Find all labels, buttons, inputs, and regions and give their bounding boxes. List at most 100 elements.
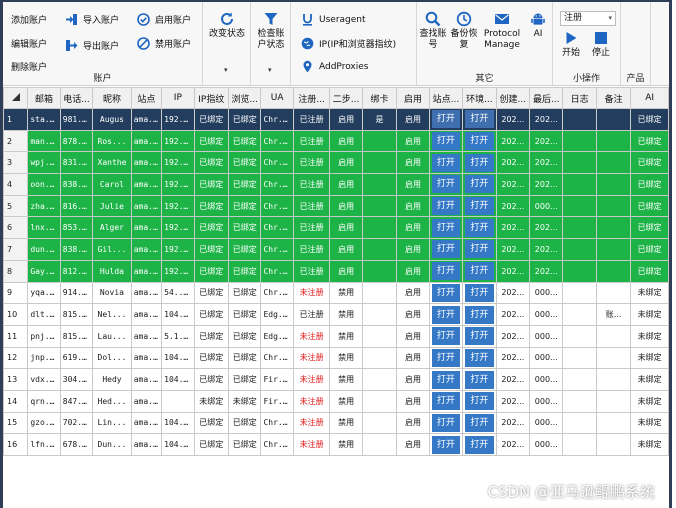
table-cell[interactable]: 未绑定 [630, 346, 669, 370]
table-cell[interactable]: 304... [59, 368, 94, 391]
table-cell[interactable]: Gay... [27, 259, 61, 283]
table-cell[interactable]: 禁用 [329, 433, 363, 456]
table-cell[interactable]: 已绑定 [193, 129, 230, 153]
enable-account-button[interactable]: 启用账户 [137, 13, 191, 26]
open-environment-button[interactable]: 打开 [465, 240, 494, 259]
table-cell[interactable]: 838... [59, 238, 94, 261]
table-cell[interactable]: ama... [130, 411, 163, 435]
table-cell[interactable]: 启用 [329, 194, 363, 218]
table-cell[interactable]: ama... [130, 173, 163, 196]
table-cell[interactable]: 192... [161, 194, 195, 218]
table-cell[interactable]: 202... [495, 259, 531, 283]
table-cell[interactable]: 619... [59, 346, 94, 370]
table-cell[interactable]: 启用 [396, 324, 430, 348]
column-header[interactable]: UA [260, 87, 294, 109]
row-number[interactable]: 12 [3, 346, 29, 370]
table-cell[interactable]: 815... [59, 303, 94, 326]
table-cell[interactable]: ama... [130, 259, 163, 283]
table-cell[interactable]: 已绑定 [193, 259, 230, 283]
row-number[interactable]: 13 [3, 368, 29, 391]
table-cell[interactable]: 已绑定 [193, 324, 230, 348]
table-cell[interactable]: Gil... [92, 238, 132, 261]
export-account-button[interactable]: 导出账户 [65, 39, 119, 52]
table-cell[interactable]: jnp... [27, 346, 61, 370]
table-cell[interactable]: 已绑定 [193, 433, 230, 456]
table-cell[interactable]: 已绑定 [193, 216, 230, 240]
table-cell[interactable]: 未绑定 [630, 368, 669, 391]
table-cell[interactable]: 已绑定 [193, 194, 230, 218]
table-cell[interactable]: 未注册 [292, 281, 331, 305]
column-header[interactable]: 绑卡 [361, 87, 398, 109]
table-cell[interactable]: Edg... [260, 324, 294, 348]
row-number[interactable]: 14 [3, 389, 29, 413]
table-cell[interactable]: man... [27, 129, 61, 153]
table-cell[interactable] [562, 389, 597, 413]
table-cell[interactable]: 192... [161, 151, 195, 175]
table-cell[interactable] [562, 194, 597, 218]
table-cell[interactable]: Alger [92, 216, 132, 240]
table-cell[interactable]: ama... [130, 151, 163, 175]
table-cell[interactable]: 878... [59, 129, 94, 153]
table-cell[interactable]: 192... [161, 216, 195, 240]
table-cell[interactable] [562, 238, 597, 261]
table-cell[interactable]: 启用 [396, 216, 430, 240]
table-cell[interactable]: Chr... [260, 108, 294, 131]
table-cell[interactable] [562, 108, 597, 131]
table-cell[interactable]: 已绑定 [630, 259, 669, 283]
table-cell[interactable]: 禁用 [329, 281, 363, 305]
open-environment-button[interactable]: 打开 [465, 370, 494, 389]
table-cell[interactable]: Chr... [260, 129, 294, 153]
table-row[interactable]: 7 dun... 838... Gil... ama... 192... 已绑定 已绑定 Chr… [3, 238, 669, 261]
table-cell[interactable] [595, 324, 632, 348]
table-cell[interactable]: ama... [130, 346, 163, 370]
table-cell[interactable]: 已注册 [292, 108, 331, 131]
table-cell[interactable]: 禁用 [329, 303, 363, 326]
backup-restore-button[interactable]: 备份恢复 [450, 11, 478, 51]
table-cell[interactable]: Chr... [260, 151, 294, 175]
table-cell[interactable]: 启用 [329, 108, 363, 131]
import-account-button[interactable]: 导入账户 [65, 13, 119, 26]
table-cell[interactable]: 启用 [329, 238, 363, 261]
table-cell[interactable]: 已绑定 [228, 259, 262, 283]
open-site-button[interactable]: 打开 [431, 283, 461, 302]
row-number[interactable]: 2 [3, 129, 29, 153]
open-site-button[interactable]: 打开 [431, 262, 461, 281]
table-cell[interactable]: 启用 [396, 194, 430, 218]
table-cell[interactable]: oon... [27, 173, 61, 196]
table-cell[interactable]: 000... [529, 281, 564, 305]
table-cell[interactable]: 禁用 [329, 389, 363, 413]
table-cell[interactable]: 000... [529, 368, 564, 391]
table-cell[interactable] [595, 129, 632, 153]
table-cell[interactable] [595, 194, 632, 218]
table-cell[interactable] [562, 346, 597, 370]
open-site-button[interactable]: 打开 [431, 305, 461, 324]
table-cell[interactable]: yqa... [27, 281, 61, 305]
table-cell[interactable]: 816... [59, 194, 94, 218]
table-row[interactable]: 12 jnp... 619... Dol... ama... 104... 已绑定 已绑定 Ch… [3, 346, 669, 370]
table-row[interactable]: 5 zha... 816... Julie ama... 192... 已绑定 已绑定 Chr.… [3, 194, 669, 218]
table-cell[interactable]: 已绑定 [630, 151, 669, 175]
table-cell[interactable]: 未注册 [292, 389, 331, 413]
table-cell[interactable] [161, 389, 195, 413]
table-cell[interactable]: 启用 [329, 173, 363, 196]
table-cell[interactable]: 202... [529, 151, 564, 175]
table-cell[interactable]: 000... [529, 324, 564, 348]
table-cell[interactable] [595, 389, 632, 413]
table-cell[interactable]: 678... [59, 433, 94, 456]
table-cell[interactable]: 202... [495, 346, 531, 370]
table-cell[interactable] [562, 173, 597, 196]
table-cell[interactable]: 202... [495, 411, 531, 435]
table-cell[interactable]: 已注册 [292, 129, 331, 153]
open-site-button[interactable]: 打开 [431, 153, 461, 172]
table-cell[interactable]: 已注册 [292, 303, 331, 326]
table-cell[interactable] [595, 346, 632, 370]
table-cell[interactable] [595, 151, 632, 175]
table-cell[interactable]: 启用 [396, 238, 430, 261]
table-cell[interactable]: ama... [130, 433, 163, 456]
table-cell[interactable]: 启用 [396, 173, 430, 196]
table-cell[interactable]: Ros... [92, 129, 132, 153]
table-cell[interactable]: 禁用 [329, 411, 363, 435]
table-cell[interactable]: 启用 [396, 281, 430, 305]
open-site-button[interactable]: 打开 [431, 413, 461, 432]
table-cell[interactable]: 已绑定 [193, 281, 230, 305]
